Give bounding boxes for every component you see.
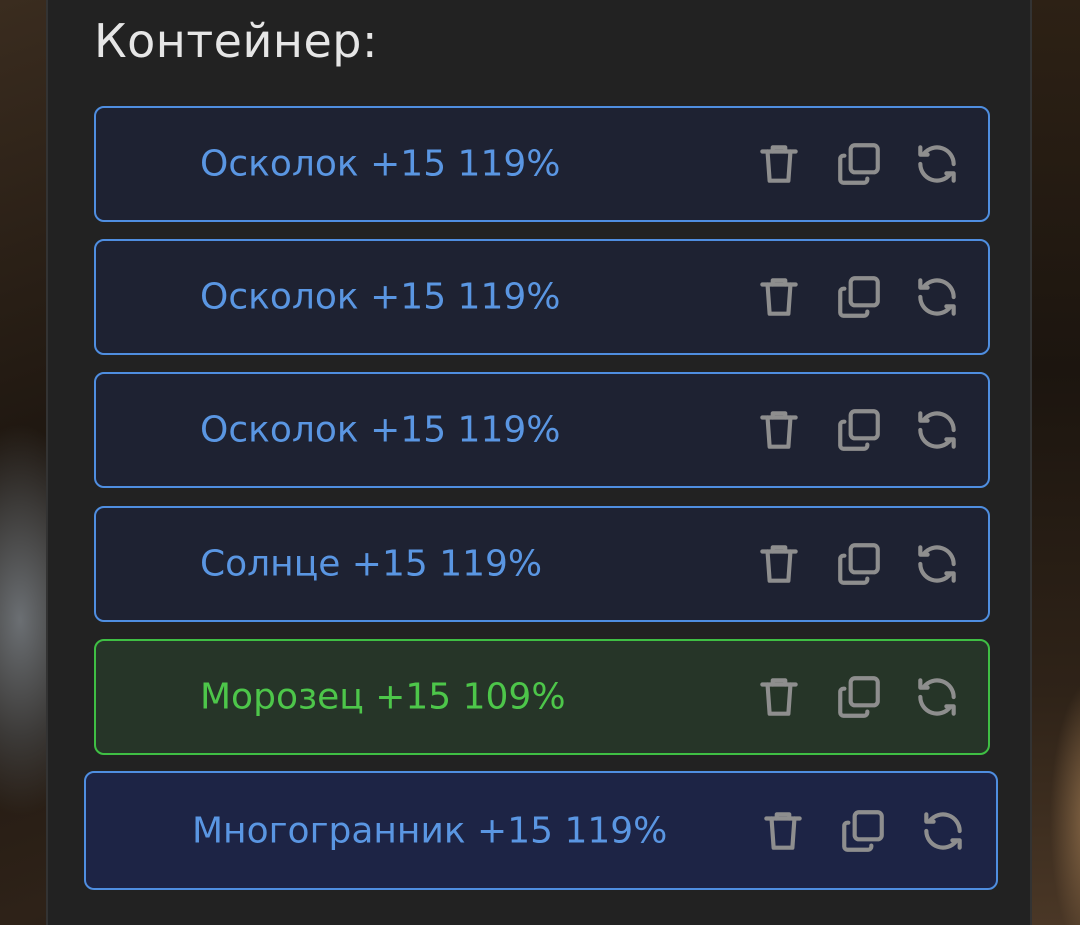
container-item[interactable]: Осколок +15 119% <box>94 372 990 488</box>
copy-icon[interactable] <box>832 403 886 457</box>
refresh-icon[interactable] <box>910 403 964 457</box>
refresh-icon[interactable] <box>916 804 970 858</box>
container-item-selected[interactable]: Морозец +15 109% <box>94 639 990 755</box>
item-label: Морозец +15 109% <box>200 676 566 718</box>
item-label: Осколок +15 119% <box>200 276 561 318</box>
copy-icon[interactable] <box>832 270 886 324</box>
copy-icon[interactable] <box>832 537 886 591</box>
trash-icon[interactable] <box>752 403 806 457</box>
background-scene-right <box>1032 0 1080 925</box>
trash-icon[interactable] <box>752 537 806 591</box>
container-panel: Контейнер: Осколок +15 119% Осколок +15 … <box>46 0 1032 925</box>
refresh-icon[interactable] <box>910 537 964 591</box>
trash-icon[interactable] <box>752 270 806 324</box>
refresh-icon[interactable] <box>910 270 964 324</box>
trash-icon[interactable] <box>752 137 806 191</box>
trash-icon[interactable] <box>756 804 810 858</box>
container-item[interactable]: Осколок +15 119% <box>94 239 990 355</box>
container-item-dragging[interactable]: Многогранник +15 119% <box>84 771 998 890</box>
trash-icon[interactable] <box>752 670 806 724</box>
item-label: Осколок +15 119% <box>200 143 561 185</box>
refresh-icon[interactable] <box>910 670 964 724</box>
copy-icon[interactable] <box>832 137 886 191</box>
copy-icon[interactable] <box>836 804 890 858</box>
copy-icon[interactable] <box>832 670 886 724</box>
item-label: Осколок +15 119% <box>200 409 561 451</box>
container-item[interactable]: Осколок +15 119% <box>94 106 990 222</box>
item-label: Многогранник +15 119% <box>192 810 668 851</box>
container-title: Контейнер: <box>94 14 378 68</box>
item-label: Солнце +15 119% <box>200 543 543 585</box>
container-item[interactable]: Солнце +15 119% <box>94 506 990 622</box>
refresh-icon[interactable] <box>910 137 964 191</box>
